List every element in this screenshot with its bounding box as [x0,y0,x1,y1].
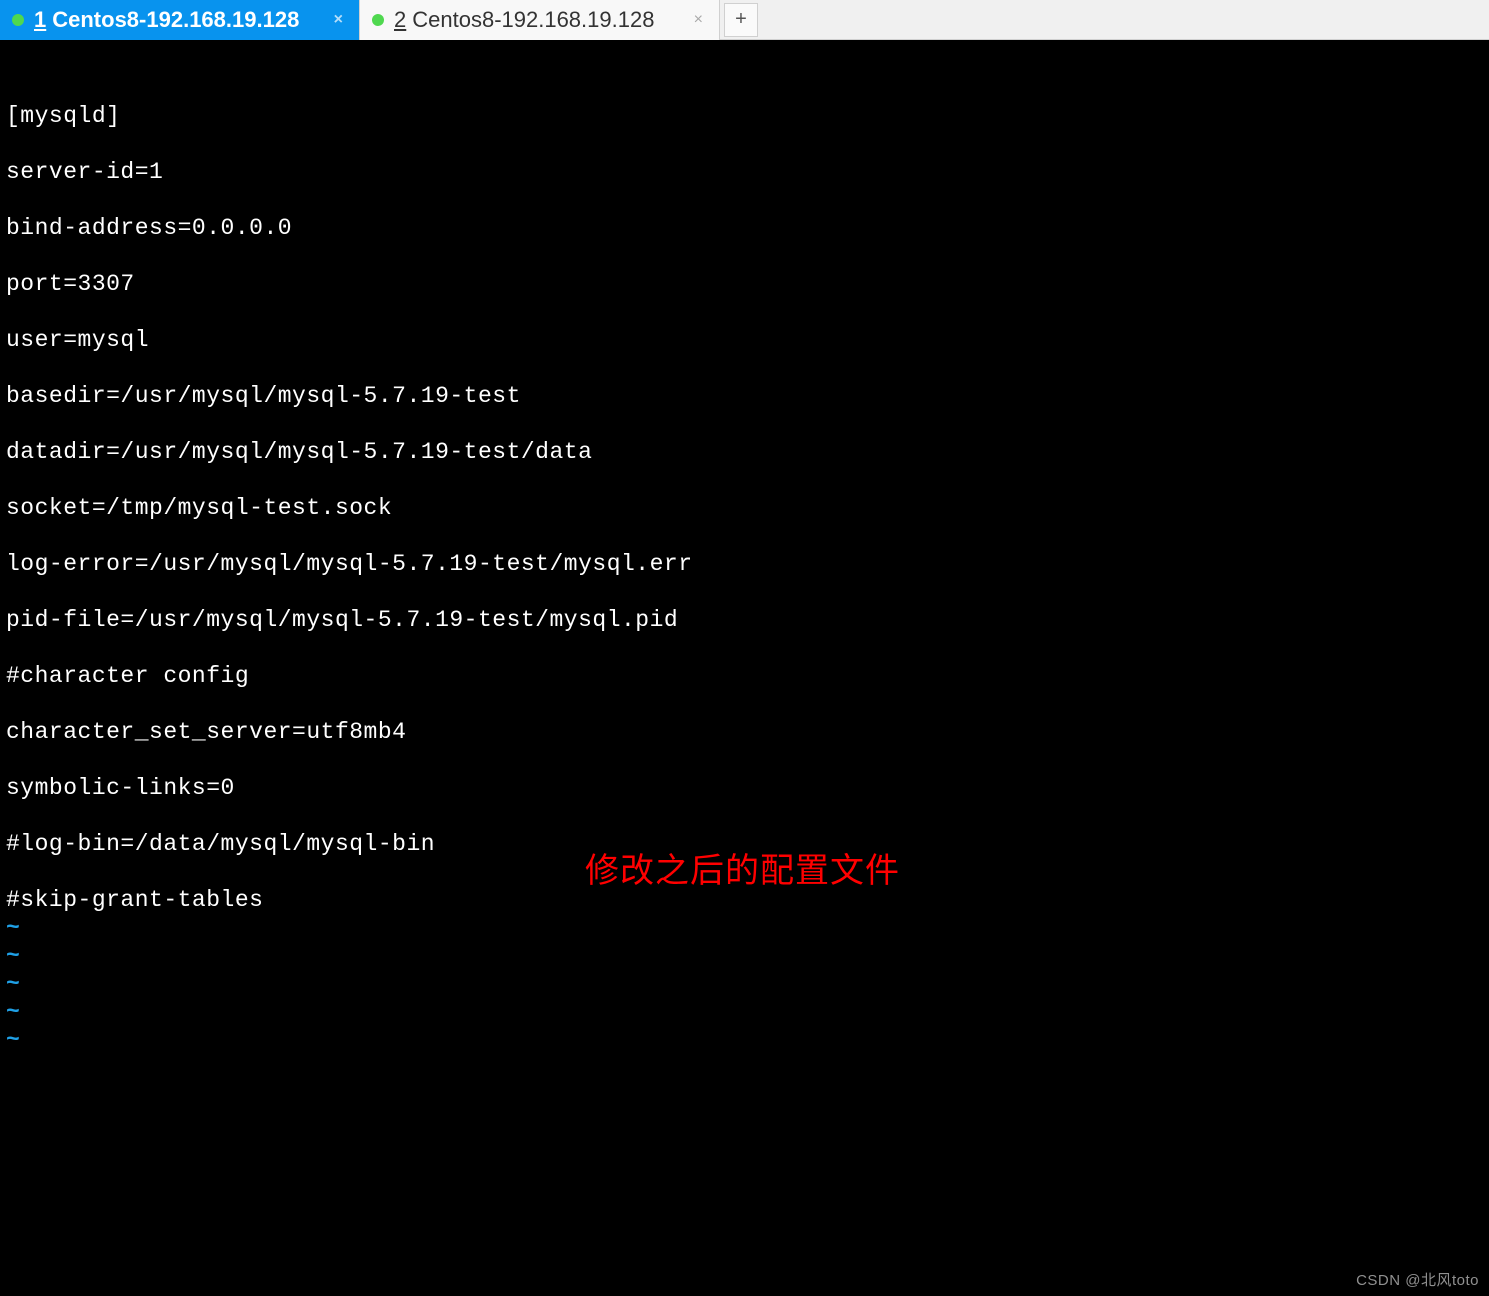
new-tab-button[interactable]: + [724,3,758,37]
tab-bar: 1 Centos8-192.168.19.128 × 2 Centos8-192… [0,0,1489,40]
terminal-line [6,411,1483,439]
terminal-line [6,579,1483,607]
terminal-line: basedir=/usr/mysql/mysql-5.7.19-test [6,383,1483,411]
vim-empty-line: ~ [6,943,1483,971]
terminal-editor[interactable]: [mysqld] server-id=1 bind-address=0.0.0.… [0,40,1489,1296]
terminal-line [6,523,1483,551]
vim-empty-line: ~ [6,999,1483,1027]
annotation-text: 修改之后的配置文件 [585,852,900,893]
tab-number: 1 [34,7,46,33]
tab-label: Centos8-192.168.19.128 [52,7,317,33]
terminal-line: datadir=/usr/mysql/mysql-5.7.19-test/dat… [6,439,1483,467]
terminal-line [6,467,1483,495]
terminal-line [6,747,1483,775]
terminal-line: log-error=/usr/mysql/mysql-5.7.19-test/m… [6,551,1483,579]
terminal-line: bind-address=0.0.0.0 [6,215,1483,243]
terminal-line: symbolic-links=0 [6,775,1483,803]
terminal-line [6,243,1483,271]
tab-label: Centos8-192.168.19.128 [412,7,677,33]
terminal-line [6,635,1483,663]
terminal-line [6,803,1483,831]
terminal-line [6,187,1483,215]
terminal-line [6,691,1483,719]
terminal-line: [mysqld] [6,103,1483,131]
tab-number: 2 [394,7,406,33]
status-dot-icon [372,14,384,26]
status-dot-icon [12,14,24,26]
terminal-line: port=3307 [6,271,1483,299]
terminal-line: character_set_server=utf8mb4 [6,719,1483,747]
terminal-line [6,299,1483,327]
terminal-line [6,131,1483,159]
tab-2[interactable]: 2 Centos8-192.168.19.128 × [360,0,720,40]
terminal-line: socket=/tmp/mysql-test.sock [6,495,1483,523]
terminal-line: pid-file=/usr/mysql/mysql-5.7.19-test/my… [6,607,1483,635]
vim-empty-line: ~ [6,971,1483,999]
terminal-content: [mysqld] server-id=1 bind-address=0.0.0.… [6,103,1483,1055]
vim-empty-line: ~ [6,915,1483,943]
close-icon[interactable]: × [690,9,707,31]
terminal-line [6,355,1483,383]
watermark: CSDN @北风toto [1356,1272,1479,1290]
plus-icon: + [735,8,747,31]
vim-empty-line: ~ [6,1027,1483,1055]
terminal-line: user=mysql [6,327,1483,355]
close-icon[interactable]: × [330,9,347,31]
tab-1[interactable]: 1 Centos8-192.168.19.128 × [0,0,360,40]
terminal-line: #character config [6,663,1483,691]
terminal-line: server-id=1 [6,159,1483,187]
